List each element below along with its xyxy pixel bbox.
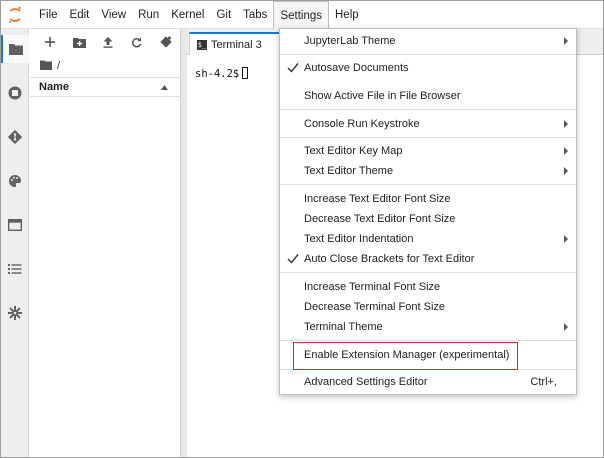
menu-file[interactable]: File: [33, 1, 64, 29]
submenu-arrow-icon: [564, 167, 568, 175]
menu-run[interactable]: Run: [132, 1, 165, 29]
toc-icon[interactable]: [1, 255, 29, 283]
git-icon[interactable]: [1, 123, 29, 151]
jupyter-logo-icon[interactable]: [1, 1, 29, 29]
menu-view[interactable]: View: [95, 1, 132, 29]
menu-item-terminal-theme[interactable]: Terminal Theme: [280, 317, 576, 337]
menu-item-advanced-settings-editor[interactable]: Advanced Settings Editor Ctrl+,: [280, 372, 576, 392]
menu-bar: File Edit View Run Kernel Git Tabs Setti…: [1, 0, 603, 29]
menu-tabs[interactable]: Tabs: [237, 1, 273, 29]
menu-item-autosave-documents[interactable]: Autosave Documents: [280, 58, 576, 78]
folder-icon[interactable]: [1, 35, 29, 63]
breadcrumb-folder-icon[interactable]: [40, 60, 52, 73]
menu-separator: [280, 109, 576, 110]
menu-item-enable-extension-manager[interactable]: Enable Extension Manager (experimental): [280, 345, 576, 365]
name-column-header[interactable]: Name: [39, 81, 69, 93]
menu-kernel[interactable]: Kernel: [165, 1, 210, 29]
menu-separator: [280, 272, 576, 273]
new-launcher-button[interactable]: [36, 31, 65, 53]
shortcut-label: Ctrl+,: [530, 376, 557, 388]
menu-separator: [280, 54, 576, 55]
menu-item-text-editor-theme[interactable]: Text Editor Theme: [280, 161, 576, 181]
menu-help[interactable]: Help: [329, 1, 365, 29]
tabs-icon[interactable]: [1, 211, 29, 239]
file-list-header[interactable]: Name: [30, 77, 180, 97]
submenu-arrow-icon: [564, 37, 568, 45]
menu-separator: [280, 369, 576, 370]
palette-icon[interactable]: [1, 167, 29, 195]
submenu-arrow-icon: [564, 120, 568, 128]
breadcrumb-root[interactable]: /: [57, 60, 60, 72]
menu-settings[interactable]: Settings: [273, 0, 329, 29]
tab-label: Terminal 3: [211, 38, 262, 51]
git-clone-icon[interactable]: [151, 31, 180, 53]
extension-icon[interactable]: [1, 299, 29, 327]
check-icon: [287, 254, 299, 264]
menu-item-text-editor-indentation[interactable]: Text Editor Indentation: [280, 229, 576, 249]
submenu-arrow-icon: [564, 235, 568, 243]
menu-separator: [280, 184, 576, 185]
refresh-icon[interactable]: [122, 31, 151, 53]
sort-caret-icon: [161, 81, 168, 93]
check-icon: [287, 63, 299, 73]
menu-item-show-active-file[interactable]: Show Active File in File Browser: [280, 86, 576, 106]
running-icon[interactable]: [1, 79, 29, 107]
left-sidebar: [1, 29, 29, 457]
terminal-prompt: sh-4.2$: [195, 68, 240, 80]
menu-item-increase-editor-font[interactable]: Increase Text Editor Font Size: [280, 189, 576, 209]
submenu-arrow-icon: [564, 147, 568, 155]
menu-item-increase-terminal-font[interactable]: Increase Terminal Font Size: [280, 277, 576, 297]
tab-terminal-3[interactable]: $_ Terminal 3: [189, 32, 281, 55]
settings-dropdown-menu: JupyterLab Theme Autosave Documents Show…: [279, 28, 577, 395]
terminal-icon: $_: [197, 39, 207, 50]
menu-item-console-run-keystroke[interactable]: Console Run Keystroke: [280, 114, 576, 134]
menu-separator: [280, 137, 576, 138]
file-browser-panel: / Name: [30, 29, 181, 457]
terminal-cursor: [242, 67, 249, 79]
menu-item-auto-close-brackets[interactable]: Auto Close Brackets for Text Editor: [280, 249, 576, 269]
breadcrumb: /: [30, 55, 180, 77]
menu-item-decrease-terminal-font[interactable]: Decrease Terminal Font Size: [280, 297, 576, 317]
menu-item-decrease-editor-font[interactable]: Decrease Text Editor Font Size: [280, 209, 576, 229]
new-folder-icon[interactable]: [65, 31, 94, 53]
file-browser-toolbar: [30, 29, 180, 55]
menu-git[interactable]: Git: [210, 1, 237, 29]
upload-icon[interactable]: [94, 31, 123, 53]
submenu-arrow-icon: [564, 323, 568, 331]
menu-edit[interactable]: Edit: [64, 1, 96, 29]
menu-item-jupyterlab-theme[interactable]: JupyterLab Theme: [280, 31, 576, 51]
menu-item-text-editor-key-map[interactable]: Text Editor Key Map: [280, 141, 576, 161]
menu-separator: [280, 340, 576, 341]
